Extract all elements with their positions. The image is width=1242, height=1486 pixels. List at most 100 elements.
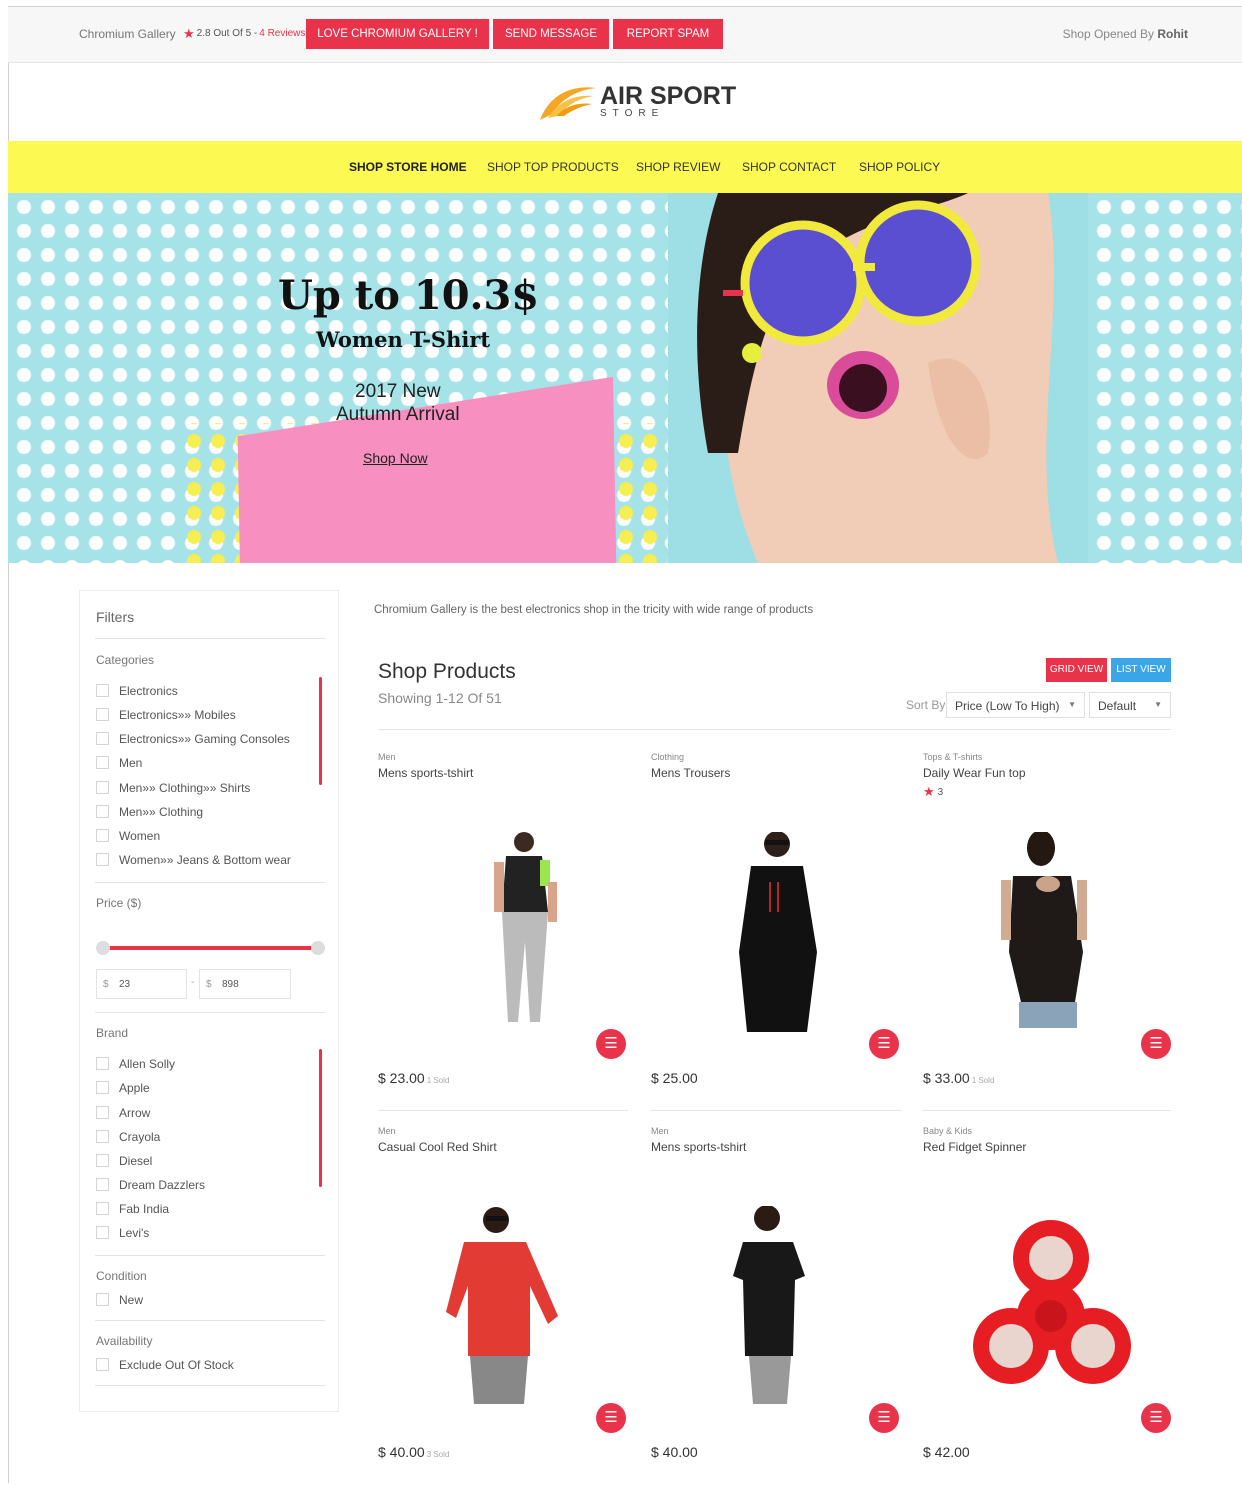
price-value: $ 33.00 bbox=[923, 1070, 970, 1086]
price-slider-min-handle[interactable] bbox=[96, 941, 110, 955]
product-card[interactable]: Men Mens sports-tshirt ☰ $ 40.00 bbox=[651, 1126, 901, 1486]
product-name[interactable]: Casual Cool Red Shirt bbox=[378, 1140, 497, 1154]
product-category: Tops & T-shirts bbox=[923, 752, 983, 762]
category-checkbox[interactable] bbox=[96, 684, 109, 697]
sold-count: 3 Sold bbox=[426, 1450, 450, 1459]
brand-checkbox[interactable] bbox=[96, 1178, 109, 1191]
cart-button[interactable]: ☰ bbox=[869, 1029, 899, 1059]
category-label[interactable]: Women bbox=[119, 829, 160, 843]
category-label[interactable]: Electronics bbox=[119, 684, 178, 698]
brand-label-item[interactable]: Fab India bbox=[119, 1202, 169, 1216]
nav-home[interactable]: SHOP STORE HOME bbox=[349, 160, 467, 174]
availability-label: Availability bbox=[96, 1334, 153, 1348]
category-checkbox[interactable] bbox=[96, 829, 109, 842]
category-checkbox[interactable] bbox=[96, 805, 109, 818]
send-message-button[interactable]: SEND MESSAGE bbox=[493, 19, 609, 49]
product-image[interactable] bbox=[398, 832, 608, 1032]
list-view-button[interactable]: LIST VIEW bbox=[1111, 658, 1171, 682]
cart-button[interactable]: ☰ bbox=[869, 1403, 899, 1433]
category-checkbox[interactable] bbox=[96, 853, 109, 866]
category-label[interactable]: Men bbox=[119, 756, 142, 770]
brand-checkbox[interactable] bbox=[96, 1106, 109, 1119]
product-price: $ 42.00 bbox=[923, 1444, 972, 1460]
brand-checkbox[interactable] bbox=[96, 1202, 109, 1215]
nav-review[interactable]: SHOP REVIEW bbox=[636, 160, 720, 174]
logo-title: AIR SPORT bbox=[600, 82, 737, 110]
product-card[interactable]: Baby & Kids Red Fidget Spinner ☰ $ 42.00 bbox=[923, 1126, 1173, 1486]
shop-now-link[interactable]: Shop Now bbox=[363, 450, 428, 466]
product-name[interactable]: Mens sports-tshirt bbox=[651, 1140, 746, 1154]
price-value: $ 40.00 bbox=[651, 1444, 698, 1460]
product-image[interactable] bbox=[671, 1206, 881, 1406]
price-max-input[interactable]: $ 898 bbox=[199, 969, 291, 999]
availability-checkbox[interactable] bbox=[96, 1358, 109, 1371]
category-checkbox[interactable] bbox=[96, 732, 109, 745]
product-name[interactable]: Mens sports-tshirt bbox=[378, 766, 473, 780]
category-label[interactable]: Electronics»» Mobiles bbox=[119, 708, 236, 722]
category-label[interactable]: Electronics»» Gaming Consoles bbox=[119, 732, 290, 746]
category-checkbox[interactable] bbox=[96, 781, 109, 794]
product-category: Men bbox=[651, 1126, 669, 1136]
product-card[interactable]: Men Mens sports-tshirt ☰ $ 23.00 1 Sold bbox=[378, 752, 628, 1112]
sort-select-value: Price (Low To High) bbox=[955, 699, 1060, 713]
cart-button[interactable]: ☰ bbox=[1141, 1403, 1171, 1433]
product-card[interactable]: Clothing Mens Trousers ☰ $ 25.00 bbox=[651, 752, 901, 1112]
availability-option[interactable]: Exclude Out Of Stock bbox=[119, 1358, 234, 1372]
brand-checkbox[interactable] bbox=[96, 1226, 109, 1239]
category-checkbox[interactable] bbox=[96, 708, 109, 721]
products-count: Showing 1-12 Of 51 bbox=[378, 690, 502, 706]
price-slider-max-handle[interactable] bbox=[311, 941, 325, 955]
product-card[interactable]: Men Casual Cool Red Shirt ☰ $ 40.00 3 Sol… bbox=[378, 1126, 628, 1486]
brand-label-item[interactable]: Apple bbox=[119, 1081, 150, 1095]
rating-count: 3 bbox=[937, 786, 944, 798]
reviews-link[interactable]: 4 Reviews bbox=[259, 28, 305, 39]
brand-checkbox[interactable] bbox=[96, 1057, 109, 1070]
nav-policy[interactable]: SHOP POLICY bbox=[859, 160, 940, 174]
price-slider-track[interactable] bbox=[103, 946, 317, 950]
categories-scrollbar[interactable] bbox=[319, 677, 322, 785]
brand-checkbox[interactable] bbox=[96, 1154, 109, 1167]
price-min-input[interactable]: $ 23 bbox=[96, 969, 187, 999]
category-checkbox[interactable] bbox=[96, 756, 109, 769]
brand-label-item[interactable]: Dream Dazzlers bbox=[119, 1178, 205, 1192]
cart-button[interactable]: ☰ bbox=[1141, 1029, 1171, 1059]
condition-option[interactable]: New bbox=[119, 1293, 143, 1307]
brand-label-item[interactable]: Crayola bbox=[119, 1130, 160, 1144]
product-image[interactable] bbox=[943, 832, 1153, 1032]
sort-select[interactable]: Price (Low To High) ▼ bbox=[946, 692, 1085, 718]
brand-checkbox[interactable] bbox=[96, 1081, 109, 1094]
brand-checkbox[interactable] bbox=[96, 1130, 109, 1143]
brand-scrollbar[interactable] bbox=[319, 1049, 322, 1187]
shop-name[interactable]: Chromium Gallery bbox=[79, 27, 176, 41]
grid-view-button[interactable]: GRID VIEW bbox=[1046, 658, 1107, 682]
product-price: $ 40.00 bbox=[651, 1444, 700, 1460]
category-label[interactable]: Women»» Jeans & Bottom wear bbox=[119, 853, 291, 867]
product-price: $ 40.00 3 Sold bbox=[378, 1444, 449, 1460]
nav-top-products[interactable]: SHOP TOP PRODUCTS bbox=[487, 160, 619, 174]
cart-button[interactable]: ☰ bbox=[596, 1403, 626, 1433]
category-label[interactable]: Men»» Clothing bbox=[119, 805, 203, 819]
store-logo[interactable]: AIR SPORT STORE bbox=[538, 80, 738, 124]
product-card[interactable]: Tops & T-shirts Daily Wear Fun top ★ 3 ☰ … bbox=[923, 752, 1173, 1112]
sort-order-select[interactable]: Default ▼ bbox=[1089, 692, 1171, 718]
report-spam-button[interactable]: REPORT SPAM bbox=[613, 19, 723, 49]
love-shop-button[interactable]: LOVE CHROMIUM GALLERY ! bbox=[306, 19, 489, 49]
product-image[interactable] bbox=[943, 1206, 1153, 1406]
brand-label-item[interactable]: Arrow bbox=[119, 1106, 150, 1120]
condition-checkbox[interactable] bbox=[96, 1293, 109, 1306]
chevron-down-icon: ▼ bbox=[1154, 700, 1162, 709]
category-label[interactable]: Men»» Clothing»» Shirts bbox=[119, 781, 250, 795]
sort-order-value: Default bbox=[1098, 699, 1137, 713]
filters-title: Filters bbox=[96, 609, 135, 625]
brand-label-item[interactable]: Diesel bbox=[119, 1154, 152, 1168]
product-image[interactable] bbox=[671, 832, 881, 1032]
cart-button[interactable]: ☰ bbox=[596, 1029, 626, 1059]
brand-label-item[interactable]: Allen Solly bbox=[119, 1057, 175, 1071]
product-name[interactable]: Daily Wear Fun top bbox=[923, 766, 1026, 780]
hero-banner[interactable]: Up to 10.3$ Women T-Shirt 2017 New Autum… bbox=[8, 193, 1242, 563]
product-image[interactable] bbox=[398, 1206, 608, 1406]
product-name[interactable]: Red Fidget Spinner bbox=[923, 1140, 1026, 1154]
product-name[interactable]: Mens Trousers bbox=[651, 766, 730, 780]
brand-label-item[interactable]: Levi's bbox=[119, 1226, 149, 1240]
nav-contact[interactable]: SHOP CONTACT bbox=[742, 160, 836, 174]
